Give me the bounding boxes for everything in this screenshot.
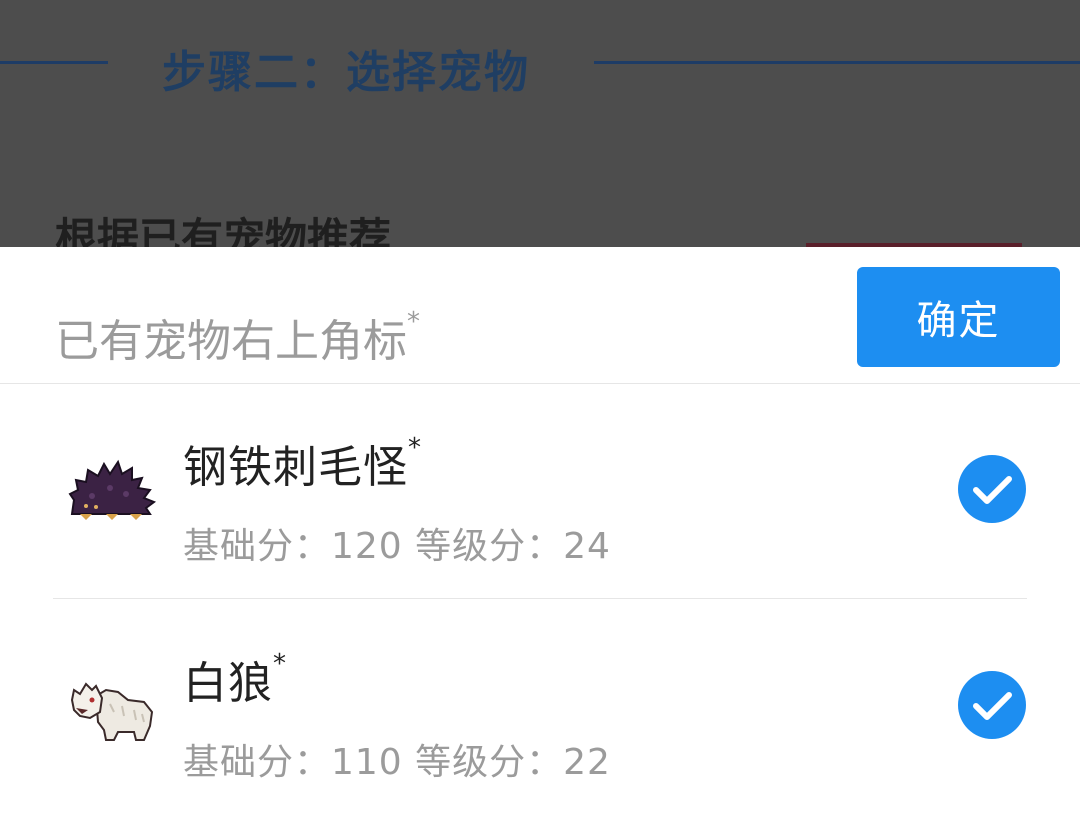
step-divider-right — [594, 61, 1080, 64]
pet-name: 白狼* — [183, 647, 287, 711]
pet-list-item[interactable]: 白狼* 基础分：110 等级分：22 — [0, 600, 1080, 818]
checkmark-icon[interactable] — [958, 671, 1026, 739]
row-divider — [53, 598, 1027, 599]
step-divider-left — [0, 61, 108, 64]
pet-list-item[interactable]: 钢铁刺毛怪* 基础分：120 等级分：24 — [0, 384, 1080, 602]
confirm-button[interactable]: 确定 — [857, 267, 1060, 367]
pet-stats: 基础分：120 等级分：24 — [183, 526, 611, 567]
pet-name-text: 白狼 — [183, 658, 273, 709]
sheet-title-asterisk: * — [407, 307, 420, 337]
checkmark-icon[interactable] — [958, 455, 1026, 523]
spiky-hedgehog-icon — [66, 444, 158, 536]
sheet-title: 已有宠物右上角标* — [55, 305, 420, 369]
pet-select-sheet: 已有宠物右上角标* 确定 钢铁刺毛怪* 基础分：120 等级分：24 白狼* 基… — [0, 247, 1080, 814]
pet-name-text: 钢铁刺毛怪 — [183, 442, 408, 493]
sheet-title-text: 已有宠物右上角标 — [55, 316, 407, 367]
sheet-header: 已有宠物右上角标* 确定 — [0, 247, 1080, 384]
pet-name-asterisk: * — [408, 433, 422, 463]
pet-stats: 基础分：110 等级分：22 — [183, 742, 611, 783]
recommend-heading: 根据已有宠物推荐 — [55, 214, 392, 247]
pet-name-asterisk: * — [273, 649, 287, 679]
background-page: 步骤二：选择宠物 根据已有宠物推荐 — [0, 0, 1080, 247]
white-wolf-icon — [66, 660, 158, 752]
pet-name: 钢铁刺毛怪* — [183, 431, 422, 495]
step-title: 步骤二：选择宠物 — [162, 47, 530, 98]
